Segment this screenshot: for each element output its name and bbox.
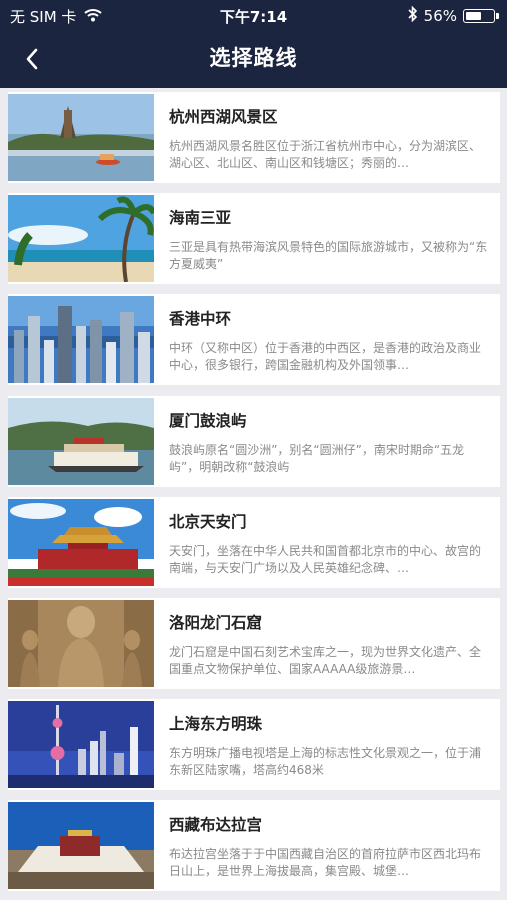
route-thumbnail: [8, 397, 154, 485]
route-description: 天安门，坐落在中华人民共和国首都北京市的中心、故宫的南端，与天安门广场以及人民英…: [169, 543, 482, 575]
route-item-longmen-grottoes[interactable]: 洛阳龙门石窟 龙门石窟是中国石刻艺术宝库之一，现为世界文化遗产、全国重点文物保护…: [8, 597, 500, 689]
route-title: 北京天安门: [169, 512, 247, 531]
battery-icon: [463, 9, 499, 23]
route-item-hangzhou-west-lake[interactable]: 杭州西湖风景区 杭州西湖风景名胜区位于浙江省杭州市中心，分为湖滨区、湖心区、北山…: [8, 92, 500, 183]
route-thumbnail: [8, 94, 154, 181]
route-item-hk-central[interactable]: 香港中环 中环（又称中区）位于香港的中西区，是香港的政治及商业中心，很多银行，跨…: [8, 294, 500, 386]
route-item-oriental-pearl[interactable]: 上海东方明珠 东方明珠广播电视塔是上海的标志性文化景观之一，位于浦东新区陆家嘴，…: [8, 699, 500, 791]
route-thumbnail: [8, 701, 154, 789]
route-item-tiananmen[interactable]: 北京天安门 天安门，坐落在中华人民共和国首都北京市的中心、故宫的南端，与天安门广…: [8, 496, 500, 588]
route-description: 龙门石窟是中国石刻艺术宝库之一，现为世界文化遗产、全国重点文物保护单位、国家AA…: [169, 644, 482, 676]
route-title: 上海东方明珠: [169, 715, 263, 734]
page-title: 选择路线: [209, 46, 298, 70]
route-title: 洛阳龙门石窟: [169, 613, 263, 632]
route-item-sanya[interactable]: 海南三亚 三亚是具有热带海滨风景特色的国际旅游城市，又被称为“东方夏威夷”: [8, 193, 500, 285]
route-item-potala-palace[interactable]: 西藏布达拉宫 布达拉宫坐落于于中国西藏自治区的首府拉萨市区西北玛布日山上，是世界…: [8, 800, 500, 892]
top-bar: 无 SIM 卡 下午7:14 56% 选择路线: [0, 0, 507, 88]
bluetooth-icon: [408, 5, 418, 26]
route-thumbnail: [8, 498, 154, 586]
route-thumbnail: [8, 802, 154, 890]
route-title: 西藏布达拉宫: [169, 816, 263, 835]
route-description: 鼓浪屿原名“圆沙洲”，别名“圆洲仔”，南宋时期命“五龙屿”，明朝改称“鼓浪屿: [169, 442, 465, 474]
route-description: 三亚是具有热带海滨风景特色的国际旅游城市，又被称为“东方夏威夷”: [169, 240, 488, 272]
nav-bar: 选择路线: [0, 30, 507, 88]
status-bar: 无 SIM 卡 下午7:14 56%: [0, 0, 507, 30]
route-thumbnail: [8, 599, 154, 687]
route-thumbnail: [8, 195, 154, 283]
route-title: 海南三亚: [169, 209, 232, 228]
route-title: 杭州西湖风景区: [169, 108, 278, 126]
route-thumbnail: [8, 296, 154, 384]
route-title: 厦门鼓浪屿: [169, 411, 247, 430]
route-description: 布达拉宫坐落于于中国西藏自治区的首府拉萨市区西北玛布日山上，是世界上海拔最高，集…: [169, 847, 482, 879]
route-title: 香港中环: [169, 310, 232, 329]
battery-percent: 56%: [423, 7, 457, 25]
route-description: 杭州西湖风景名胜区位于浙江省杭州市中心，分为湖滨区、湖心区、北山区、南山区和钱塘…: [169, 139, 482, 170]
route-description: 东方明珠广播电视塔是上海的标志性文化景观之一，位于浦东新区陆家嘴，塔高约468米: [169, 746, 482, 778]
route-list: 杭州西湖风景区 杭州西湖风景名胜区位于浙江省杭州市中心，分为湖滨区、湖心区、北山…: [8, 92, 500, 900]
route-description: 中环（又称中区）位于香港的中西区，是香港的政治及商业中心，很多银行，跨国金融机构…: [169, 341, 482, 373]
route-item-gulangyu[interactable]: 厦门鼓浪屿 鼓浪屿原名“圆沙洲”，别名“圆洲仔”，南宋时期命“五龙屿”，明朝改称…: [8, 395, 500, 487]
